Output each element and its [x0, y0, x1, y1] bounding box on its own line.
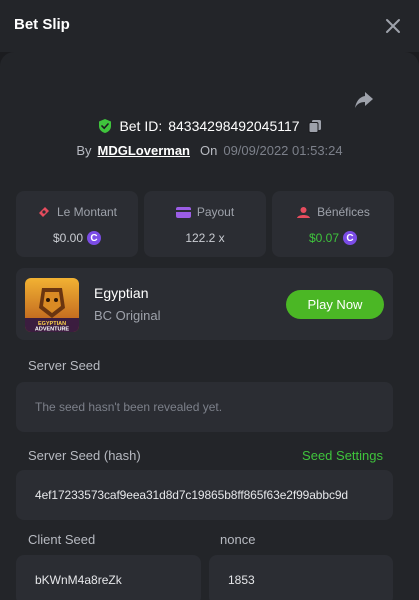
- server-seed-label: Server Seed: [28, 358, 101, 373]
- username-link[interactable]: MDGLoverman: [98, 143, 190, 158]
- server-seed-hash-value: 4ef17233573caf9eea31d8d7c19865b8ff865f63…: [35, 488, 348, 502]
- client-seed-field[interactable]: bKWnM4a8reZk: [16, 555, 201, 600]
- shield-check-icon: [99, 119, 112, 133]
- nonce-label: nonce: [220, 532, 256, 547]
- wallet-icon: [175, 206, 191, 218]
- play-now-button[interactable]: Play Now: [286, 290, 384, 319]
- game-card: EGYPTIAN ADVENTURE Egyptian BC Original …: [16, 268, 393, 340]
- bet-author-row: By MDGLoverman On 09/09/2022 01:53:24: [0, 140, 419, 160]
- close-icon[interactable]: [383, 16, 403, 36]
- bet-slip-title: Bet Slip: [14, 16, 70, 33]
- server-seed-value: The seed hasn't been revealed yet.: [35, 400, 223, 414]
- game-name: Egyptian: [94, 285, 149, 301]
- stat-amount-label: Le Montant: [56, 205, 118, 219]
- stat-profit-label: Bénéfices: [317, 205, 370, 219]
- stat-payout-label: Payout: [196, 205, 235, 219]
- share-icon[interactable]: [352, 88, 376, 112]
- stat-amount-value: $0.00: [52, 231, 84, 245]
- header-bar: Bet Slip: [0, 0, 419, 52]
- stat-payout-value: 122.2 x: [185, 231, 225, 245]
- game-subtitle: BC Original: [94, 308, 161, 323]
- on-label: On: [200, 142, 218, 158]
- server-seed-hash-field[interactable]: 4ef17233573caf9eea31d8d7c19865b8ff865f63…: [16, 470, 393, 520]
- server-seed-hash-label: Server Seed (hash): [28, 448, 141, 463]
- nonce-field[interactable]: 1853: [209, 555, 393, 600]
- server-seed-field[interactable]: The seed hasn't been revealed yet.: [16, 382, 393, 432]
- bet-date: 09/09/2022 01:53:24: [223, 142, 343, 158]
- copy-icon[interactable]: [308, 119, 322, 133]
- game-thumbnail[interactable]: EGYPTIAN ADVENTURE: [25, 278, 79, 332]
- client-seed-label: Client Seed: [28, 532, 96, 547]
- client-seed-value: bKWnM4a8reZk: [35, 573, 122, 587]
- nonce-value: 1853: [228, 573, 255, 587]
- by-label: By: [76, 142, 92, 158]
- stat-profit-value: $0.07: [308, 231, 340, 245]
- profit-icon: [297, 206, 311, 218]
- stat-profit-card: Bénéfices $0.07 C: [272, 191, 394, 257]
- coin-icon: C: [87, 231, 102, 245]
- money-hand-icon: [38, 207, 49, 217]
- bet-id-label: Bet ID:: [119, 118, 163, 134]
- bet-id-row: Bet ID: 84334298492045117: [0, 116, 419, 136]
- coin-icon: C: [343, 231, 358, 245]
- stat-payout-card: Payout 122.2 x: [144, 191, 266, 257]
- seed-settings-link[interactable]: Seed Settings: [302, 448, 383, 463]
- bet-id-value: 84334298492045117: [168, 118, 300, 134]
- thumb-text-line-2: ADVENTURE: [35, 327, 70, 333]
- stat-amount-card: Le Montant $0.00 C: [16, 191, 138, 257]
